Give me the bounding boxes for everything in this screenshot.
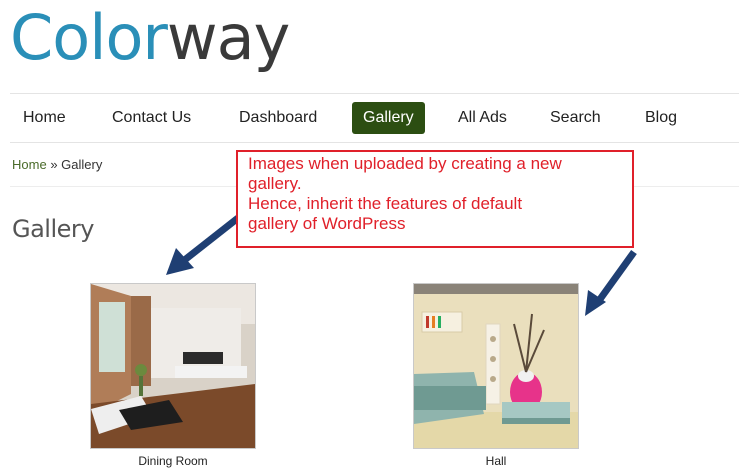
arrow-right	[585, 249, 637, 316]
annotation-callout: Images when uploaded by creating a new g…	[236, 150, 634, 248]
gallery-caption-dining-room[interactable]: Dining Room	[90, 454, 256, 468]
annotation-line: Images when uploaded by creating a new	[248, 154, 562, 173]
gallery-thumbnail-hall[interactable]	[413, 283, 579, 449]
annotation-line: gallery of WordPress	[248, 214, 406, 233]
dining-room-image	[91, 284, 255, 448]
annotation-line: Hence, inherit the features of default	[248, 194, 523, 213]
arrow-left	[166, 215, 241, 275]
gallery-caption-hall[interactable]: Hall	[413, 454, 579, 468]
gallery-thumbnail-dining-room[interactable]	[90, 283, 256, 449]
annotation-line: gallery.	[248, 174, 302, 193]
hall-image	[414, 284, 578, 448]
